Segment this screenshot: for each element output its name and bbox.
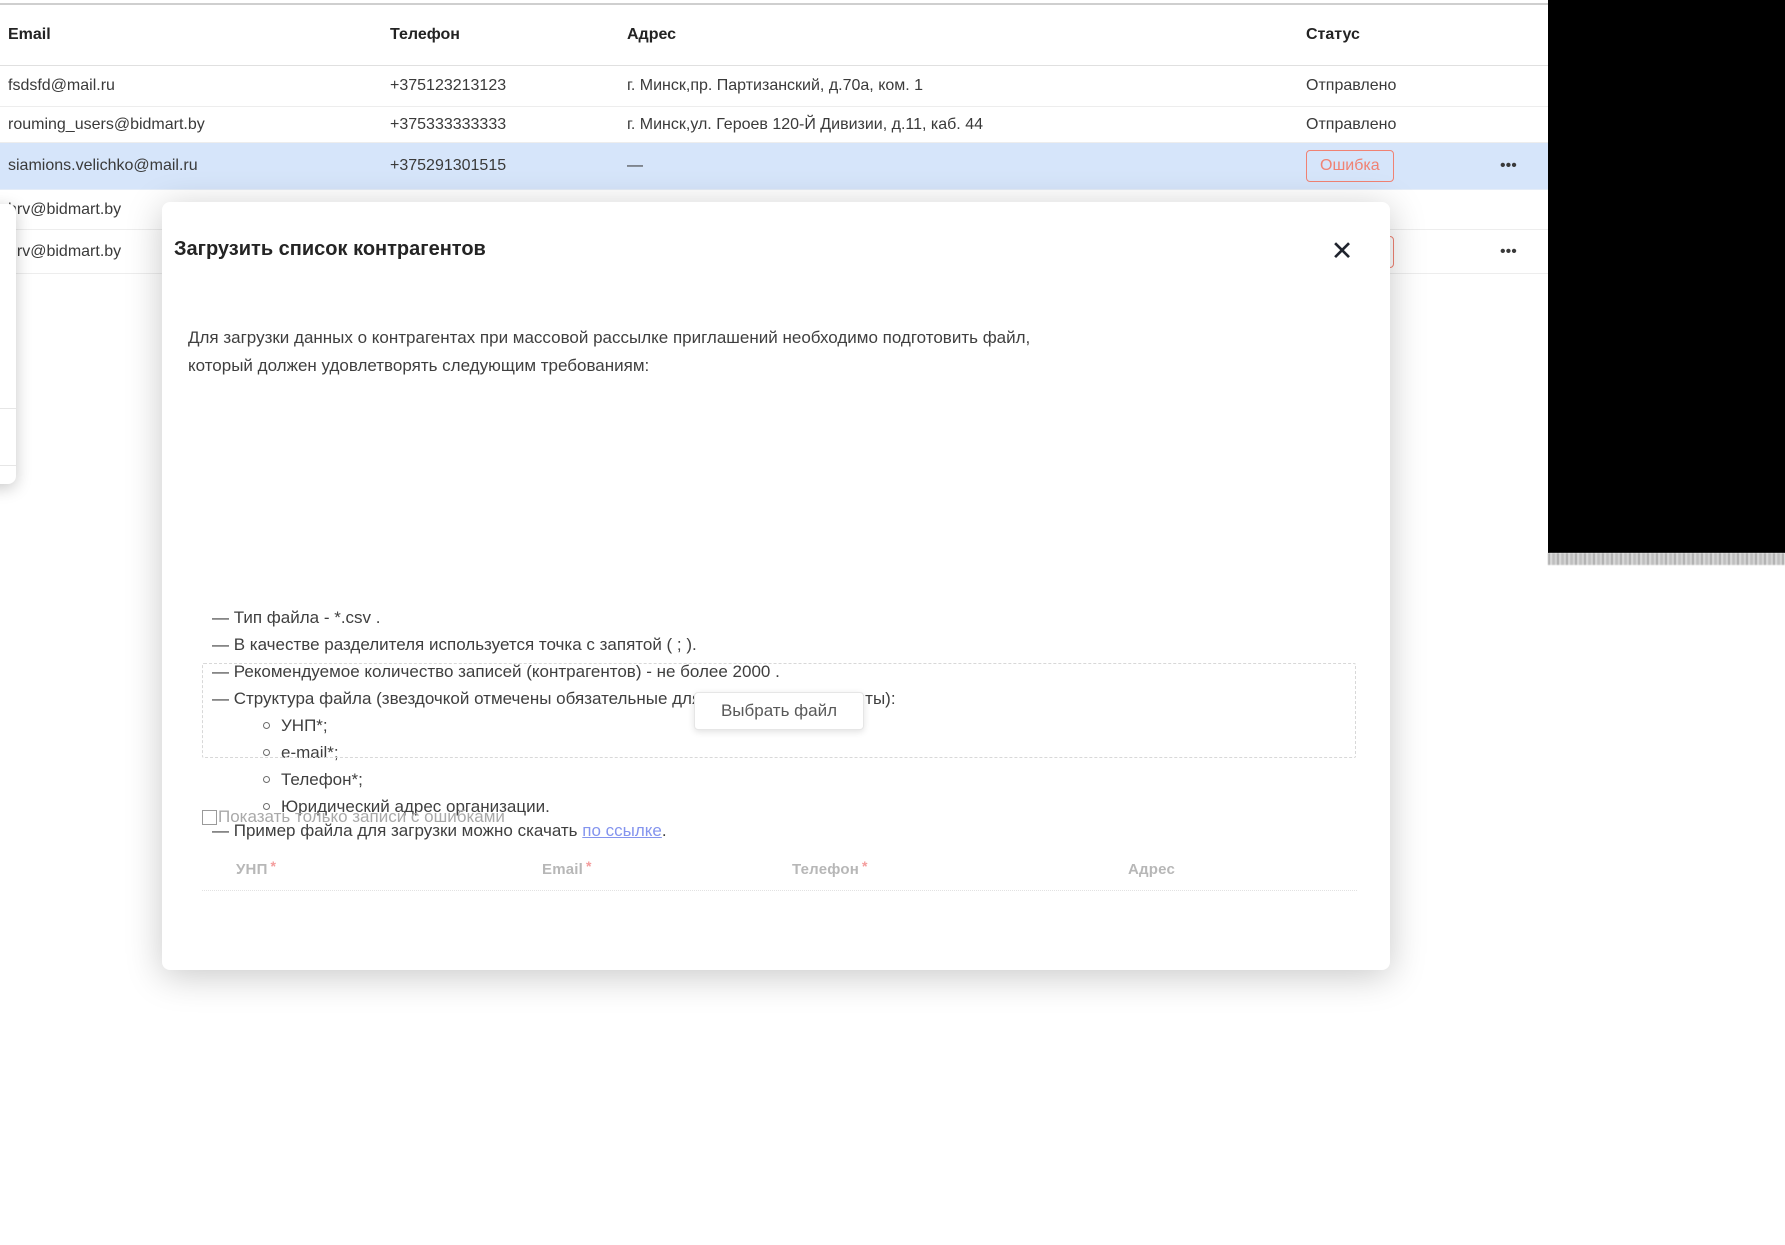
show-errors-checkbox-label: Показать только записи с ошибками — [218, 807, 505, 826]
mini-column-header-phone: Телефон * — [792, 858, 868, 878]
column-header-address: Адрес — [627, 26, 677, 43]
status-error-badge: Ошибка — [1306, 150, 1394, 182]
row-actions-menu-icon[interactable]: ••• — [1500, 143, 1517, 189]
popover-divider — [0, 465, 16, 466]
column-header-phone: Телефон — [390, 26, 460, 43]
cell-address: — — [627, 157, 643, 174]
cell-phone: +375123213123 — [390, 77, 507, 94]
background-popover-panel — [0, 204, 16, 484]
mini-column-header-unp: УНП * — [236, 858, 277, 878]
modal-intro-text: Для загрузки данных о контрагентах при м… — [188, 324, 1368, 380]
file-dropzone[interactable]: Выбрать файл — [202, 663, 1356, 758]
example-suffix: . — [661, 821, 667, 840]
redacted-torn-edge — [1548, 553, 1785, 565]
column-header-status: Статус — [1306, 26, 1360, 43]
cell-email: hrv@bidmart.by — [8, 242, 122, 260]
requirement-item: — В качестве разделителя используется то… — [212, 635, 697, 654]
cell-email: fsdsfd@mail.ru — [8, 77, 115, 94]
sublist-item-label: Телефон*; — [281, 770, 363, 789]
cell-address: г. Минск,пр. Партизанский, д.70а, ком. 1 — [627, 77, 924, 94]
mini-table-divider — [202, 890, 1357, 891]
required-asterisk: * — [586, 858, 592, 874]
cell-address: г. Минск,ул. Героев 120-Й Дивизии, д.11,… — [627, 115, 983, 133]
example-file-link[interactable]: по ссылке — [582, 821, 662, 840]
popover-divider — [0, 408, 16, 409]
requirement-item: — Тип файла - *.csv . — [212, 608, 381, 627]
modal-title: Загрузить список контрагентов — [174, 238, 486, 260]
row-actions-menu-icon[interactable]: ••• — [1500, 230, 1517, 273]
table-row[interactable]: fsdsfd@mail.ru +375123213123 г. Минск,пр… — [0, 66, 1548, 107]
show-errors-checkbox-row: Показать только записи с ошибками — [202, 807, 505, 827]
cell-status: Отправлено — [1306, 77, 1397, 94]
mini-header-label: Email — [542, 861, 584, 878]
cell-phone: +375291301515 — [390, 157, 507, 174]
cell-phone: +375333333333 — [390, 115, 507, 133]
page-root: Email Телефон Адрес Статус fsdsfd@mail.r… — [0, 0, 1785, 1245]
cell-status: Ошибка — [1306, 143, 1394, 189]
close-icon[interactable]: ✕ — [1326, 235, 1358, 267]
mini-column-header-email: Email * — [542, 858, 592, 878]
cell-email: siamions.velichko@mail.ru — [8, 157, 198, 174]
table-header-row: Email Телефон Адрес Статус — [0, 5, 1548, 66]
cell-email: rouming_users@bidmart.by — [8, 115, 205, 133]
show-errors-checkbox[interactable] — [202, 809, 217, 825]
required-asterisk: * — [861, 858, 868, 874]
mini-header-label: Адрес — [1128, 861, 1176, 878]
required-asterisk: * — [270, 858, 277, 874]
cell-email: hrv@bidmart.by — [8, 200, 122, 218]
upload-counterparties-modal: Загрузить список контрагентов ✕ Для загр… — [162, 202, 1390, 970]
table-row[interactable]: rouming_users@bidmart.by +375333333333 г… — [0, 107, 1548, 143]
cell-status: Отправлено — [1306, 115, 1397, 133]
column-header-email: Email — [8, 26, 51, 43]
sublist-item: Телефон*; — [263, 766, 550, 793]
mini-header-label: Телефон — [792, 861, 859, 878]
redacted-region — [1548, 0, 1785, 553]
intro-line-1: Для загрузки данных о контрагентах при м… — [188, 328, 1031, 347]
mini-column-header-address: Адрес — [1128, 861, 1178, 878]
table-row-selected[interactable]: siamions.velichko@mail.ru +375291301515 … — [0, 143, 1548, 190]
mini-header-label: УНП — [236, 861, 268, 878]
intro-line-2: который должен удовлетворять следующим т… — [188, 356, 650, 375]
circle-bullet-icon — [263, 776, 270, 783]
choose-file-button[interactable]: Выбрать файл — [693, 691, 865, 730]
